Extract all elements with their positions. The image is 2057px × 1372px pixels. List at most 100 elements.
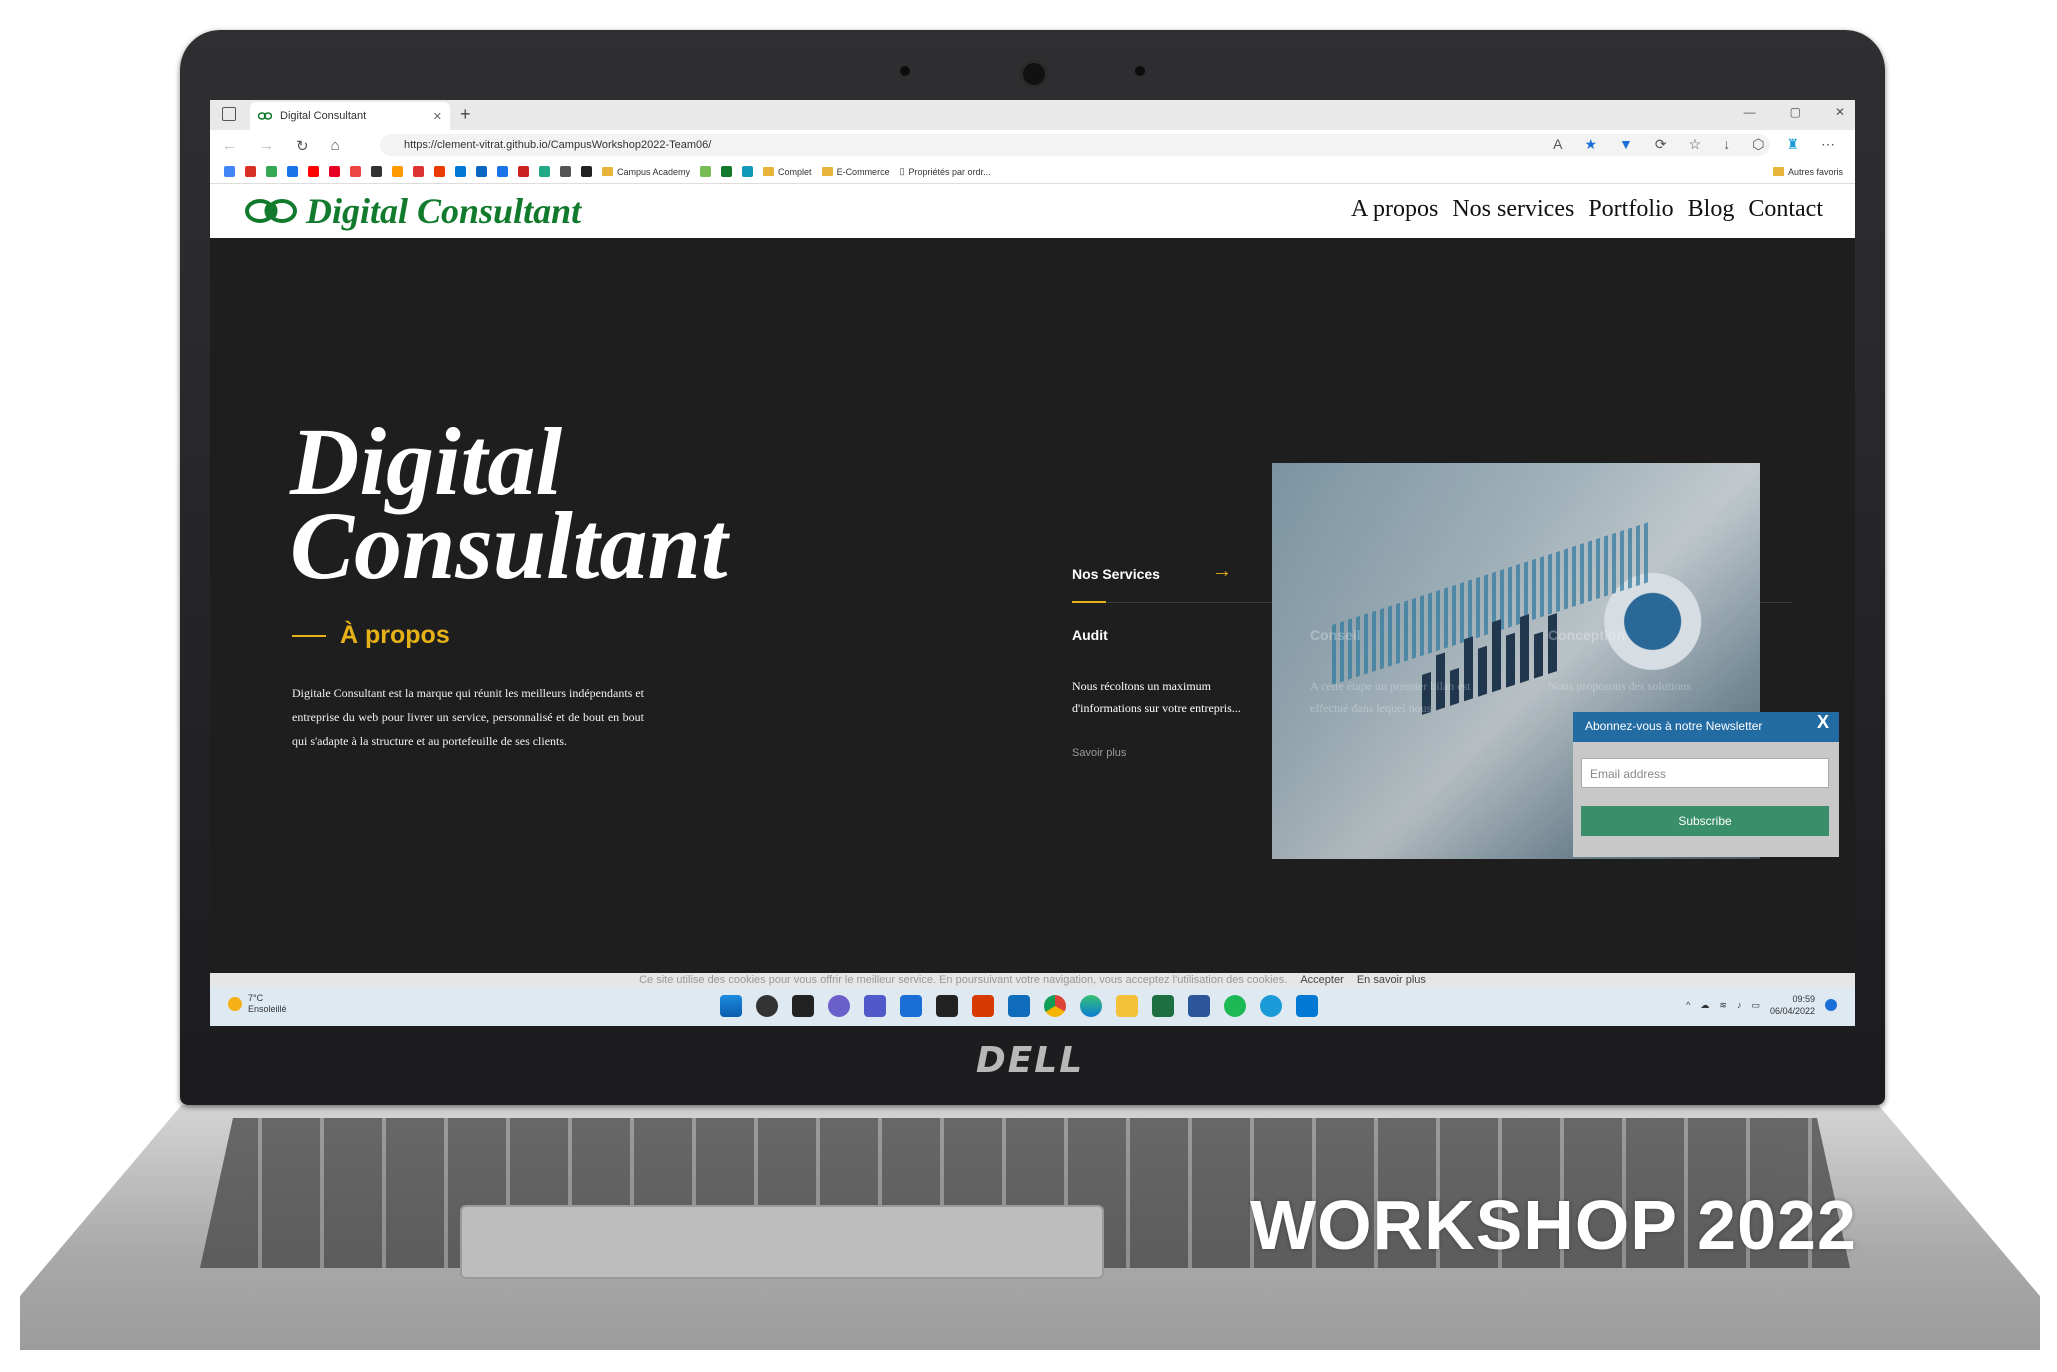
- back-icon[interactable]: ←: [222, 137, 237, 155]
- extensions-icon[interactable]: ⬡: [1752, 136, 1764, 153]
- chrome-icon[interactable]: [1044, 995, 1066, 1017]
- email-field[interactable]: Email address: [1581, 758, 1829, 788]
- tab-actions-icon[interactable]: [222, 107, 236, 121]
- favorite-autres[interactable]: Autres favoris: [1772, 167, 1843, 177]
- bookmark-icon[interactable]: [413, 166, 424, 177]
- minimize-icon[interactable]: —: [1744, 105, 1756, 119]
- office-icon[interactable]: [434, 166, 445, 177]
- linkedin-icon[interactable]: [476, 166, 487, 177]
- nav-nos-services[interactable]: Nos services: [1452, 196, 1574, 223]
- bookmark-icon[interactable]: [721, 166, 733, 177]
- extension-icon[interactable]: ♜: [1786, 136, 1799, 153]
- subscribe-button[interactable]: Subscribe: [1581, 806, 1829, 836]
- dell-logo: DELL: [975, 1040, 1085, 1081]
- bookmark-icon[interactable]: [350, 166, 361, 177]
- camera-bar: [180, 60, 1885, 88]
- close-tab-icon[interactable]: ✕: [433, 110, 442, 123]
- start-icon[interactable]: [720, 995, 742, 1017]
- onedrive-icon[interactable]: ☁: [1700, 1000, 1709, 1011]
- weather-text: Ensoleillé: [248, 1004, 287, 1014]
- service-conseil: Conseil A cette étape un premier bilan e…: [1310, 627, 1510, 719]
- hero-subtitle: À propos: [292, 621, 450, 650]
- browser-tools: A ★ ▼ ⟳ ☆ ↓ ⬡ ♜ ⋯: [1553, 136, 1835, 153]
- extension-icon[interactable]: ⟳: [1655, 136, 1667, 153]
- edge-icon[interactable]: [1080, 995, 1102, 1017]
- bookmark-icon[interactable]: [392, 166, 403, 177]
- nav-contact[interactable]: Contact: [1748, 196, 1823, 223]
- todo-icon[interactable]: [900, 995, 922, 1017]
- nav-blog[interactable]: Blog: [1688, 196, 1735, 223]
- task-view-icon[interactable]: [792, 995, 814, 1017]
- arrow-right-icon[interactable]: →: [1212, 560, 1232, 583]
- taskbar: 7°C Ensoleillé ^ ☁ ≋ ♪ ▭ 09:59 06/04/202…: [210, 987, 1855, 1026]
- pinterest-icon[interactable]: [329, 166, 340, 177]
- bookmark-icon[interactable]: [518, 166, 529, 177]
- sensor-icon: [1135, 66, 1145, 76]
- favorite-complet[interactable]: Complet: [763, 167, 812, 177]
- excel-icon[interactable]: [1152, 995, 1174, 1017]
- site-logo[interactable]: Digital Consultant: [306, 190, 581, 232]
- clock[interactable]: 09:59 06/04/2022: [1770, 993, 1815, 1017]
- calendar-icon[interactable]: [287, 166, 298, 177]
- savoir-plus-link[interactable]: Savoir plus: [1072, 747, 1272, 759]
- cookie-more-link[interactable]: En savoir plus: [1357, 974, 1426, 986]
- favorite-ecommerce[interactable]: E-Commerce: [821, 167, 890, 177]
- app-icon[interactable]: [1260, 995, 1282, 1017]
- new-tab-icon[interactable]: +: [460, 104, 471, 125]
- chat-icon[interactable]: [828, 995, 850, 1017]
- logo-rings-icon[interactable]: [244, 198, 298, 224]
- hero-description: Digitale Consultant est la marque qui ré…: [292, 686, 644, 748]
- search-icon[interactable]: [756, 995, 778, 1017]
- bookmark-icon[interactable]: [742, 166, 754, 177]
- read-aloud-icon[interactable]: A: [1553, 136, 1562, 153]
- gmail-icon[interactable]: [245, 166, 256, 177]
- outlook-icon[interactable]: [1008, 995, 1030, 1017]
- home-icon[interactable]: ⌂: [331, 137, 340, 155]
- bookmark-icon[interactable]: [560, 166, 571, 177]
- close-window-icon[interactable]: ✕: [1835, 105, 1845, 119]
- more-menu-icon[interactable]: ⋯: [1821, 136, 1835, 153]
- main-menu: A propos Nos services Portfolio Blog Con…: [1351, 196, 1823, 223]
- browser-tabbar: Digital Consultant ✕ + — ▢ ✕: [210, 100, 1855, 130]
- close-newsletter-button[interactable]: X: [1817, 712, 1829, 733]
- bookmark-icon[interactable]: [539, 166, 550, 177]
- file-explorer-icon[interactable]: [1116, 995, 1138, 1017]
- favorite-campus-academy[interactable]: Campus Academy: [602, 167, 690, 177]
- sticky-notes-icon[interactable]: [936, 995, 958, 1017]
- notification-icon[interactable]: [1825, 999, 1837, 1011]
- nav-portfolio[interactable]: Portfolio: [1588, 196, 1673, 223]
- bookmark-icon[interactable]: [497, 166, 508, 177]
- forward-icon[interactable]: →: [259, 137, 274, 155]
- taskbar-apps: [720, 995, 1318, 1017]
- weather-widget[interactable]: 7°C Ensoleillé: [228, 993, 287, 1015]
- extension-icon[interactable]: ▼: [1619, 136, 1633, 153]
- bookmark-icon[interactable]: [371, 166, 382, 177]
- teams-icon[interactable]: [864, 995, 886, 1017]
- chevron-up-icon[interactable]: ^: [1686, 1000, 1690, 1010]
- browser-tab[interactable]: Digital Consultant ✕: [250, 102, 450, 130]
- office-icon[interactable]: [972, 995, 994, 1017]
- youtube-icon[interactable]: [308, 166, 319, 177]
- page-icon: ▯: [899, 166, 905, 176]
- favorites-icon[interactable]: ☆: [1689, 136, 1702, 153]
- favorite-proprietes[interactable]: ▯ Propriétés par ordr...: [900, 166, 991, 177]
- vscode-icon[interactable]: [1296, 995, 1318, 1017]
- refresh-icon[interactable]: ↻: [296, 137, 309, 155]
- downloads-icon[interactable]: ↓: [1723, 136, 1730, 153]
- spotify-icon[interactable]: [1224, 995, 1246, 1017]
- tab-nos-services[interactable]: Nos Services: [1072, 566, 1160, 582]
- hero-title: Digital Consultant: [290, 414, 728, 594]
- google-icon[interactable]: [224, 166, 235, 177]
- wifi-icon[interactable]: ≋: [1719, 1000, 1727, 1011]
- favorite-star-icon[interactable]: ★: [1584, 136, 1597, 153]
- maps-icon[interactable]: [266, 166, 277, 177]
- volume-icon[interactable]: ♪: [1737, 1000, 1742, 1010]
- nav-a-propos[interactable]: A propos: [1351, 196, 1438, 223]
- bookmark-icon[interactable]: [455, 166, 466, 177]
- bookmark-icon[interactable]: [700, 166, 712, 177]
- word-icon[interactable]: [1188, 995, 1210, 1017]
- accept-cookies-button[interactable]: Accepter: [1300, 974, 1343, 986]
- bookmark-icon[interactable]: [581, 166, 592, 177]
- maximize-icon[interactable]: ▢: [1790, 105, 1801, 119]
- battery-icon[interactable]: ▭: [1751, 1000, 1760, 1011]
